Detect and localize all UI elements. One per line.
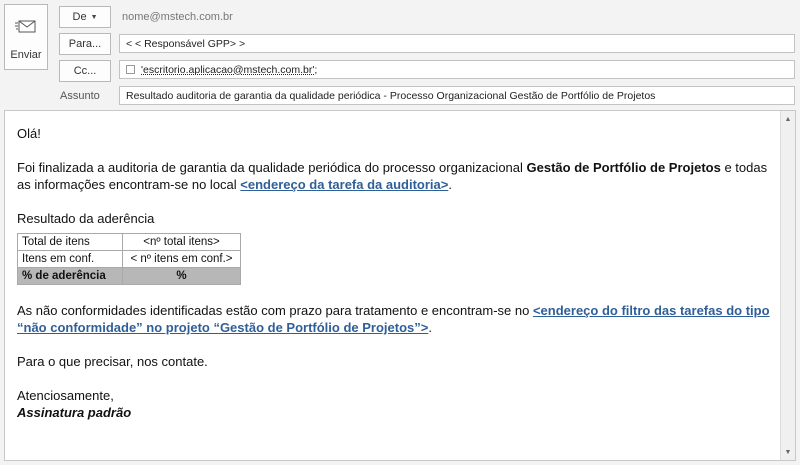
- send-envelope-icon: [15, 5, 37, 40]
- audit-task-link[interactable]: <endereço da tarefa da auditoria>: [240, 177, 448, 192]
- cc-value: 'escritorio.aplicacao@mstech.com.br';: [141, 63, 318, 76]
- subject-label: Assunto: [60, 90, 100, 102]
- para2-text: As não conformidades identificadas estão…: [17, 303, 533, 318]
- scroll-down-arrow-icon[interactable]: ▼: [781, 445, 795, 459]
- message-body[interactable]: Olá! Foi finalizada a auditoria de garan…: [4, 110, 796, 461]
- to-label: Para...: [68, 38, 102, 50]
- cc-label: Cc...: [73, 65, 97, 77]
- table-cell-label: Total de itens: [17, 233, 123, 251]
- signature-text: Assinatura padrão: [17, 405, 132, 420]
- to-button[interactable]: Para...: [59, 33, 111, 55]
- paragraph-audit: Foi finalizada a auditoria de garantia d…: [17, 159, 777, 193]
- subject-field[interactable]: Resultado auditoria de garantia da quali…: [119, 86, 795, 105]
- greeting: Olá!: [17, 126, 41, 141]
- para2-end: .: [428, 320, 432, 335]
- scroll-up-arrow-icon[interactable]: ▲: [781, 112, 795, 126]
- chevron-down-icon: ▼: [90, 13, 98, 21]
- send-button[interactable]: Enviar: [4, 4, 48, 70]
- table-cell-value: <nº total itens>: [122, 233, 241, 251]
- table-row: Itens em conf. < nº itens em conf.>: [17, 250, 241, 268]
- regards: Atenciosamente,: [17, 388, 114, 403]
- to-value: < < Responsável GPP> >: [126, 37, 246, 50]
- message-content: Olá! Foi finalizada a auditoria de garan…: [17, 125, 777, 421]
- from-address: nome@mstech.com.br: [122, 11, 233, 23]
- cc-button[interactable]: Cc...: [59, 60, 111, 82]
- para1-text: Foi finalizada a auditoria de garantia d…: [17, 160, 527, 175]
- para1-end: .: [448, 177, 452, 192]
- from-label: De: [72, 11, 87, 23]
- subject-value: Resultado auditoria de garantia da quali…: [126, 89, 656, 102]
- table-row: Total de itens <nº total itens>: [17, 233, 241, 251]
- table-cell-label: % de aderência: [17, 267, 123, 285]
- closing-line: Para o que precisar, nos contate.: [17, 354, 208, 369]
- from-button[interactable]: De ▼: [59, 6, 111, 28]
- process-name: Gestão de Portfólio de Projetos: [526, 160, 721, 175]
- vertical-scrollbar[interactable]: ▲ ▼: [780, 111, 795, 460]
- table-row: % de aderência %: [17, 267, 241, 285]
- signature: Assinatura padrão: [17, 404, 777, 421]
- table-cell-label: Itens em conf.: [17, 250, 123, 268]
- result-heading: Resultado da aderência: [17, 211, 155, 226]
- paragraph-nonconformities: As não conformidades identificadas estão…: [17, 302, 777, 336]
- send-label: Enviar: [10, 49, 42, 61]
- table-cell-value: < nº itens em conf.>: [122, 250, 241, 268]
- table-cell-value: %: [122, 267, 241, 285]
- to-field[interactable]: < < Responsável GPP> >: [119, 34, 795, 53]
- adherence-table: Total de itens <nº total itens> Itens em…: [17, 233, 241, 285]
- cc-field[interactable]: 'escritorio.aplicacao@mstech.com.br';: [119, 60, 795, 79]
- cc-recipient-checkbox[interactable]: [126, 65, 135, 74]
